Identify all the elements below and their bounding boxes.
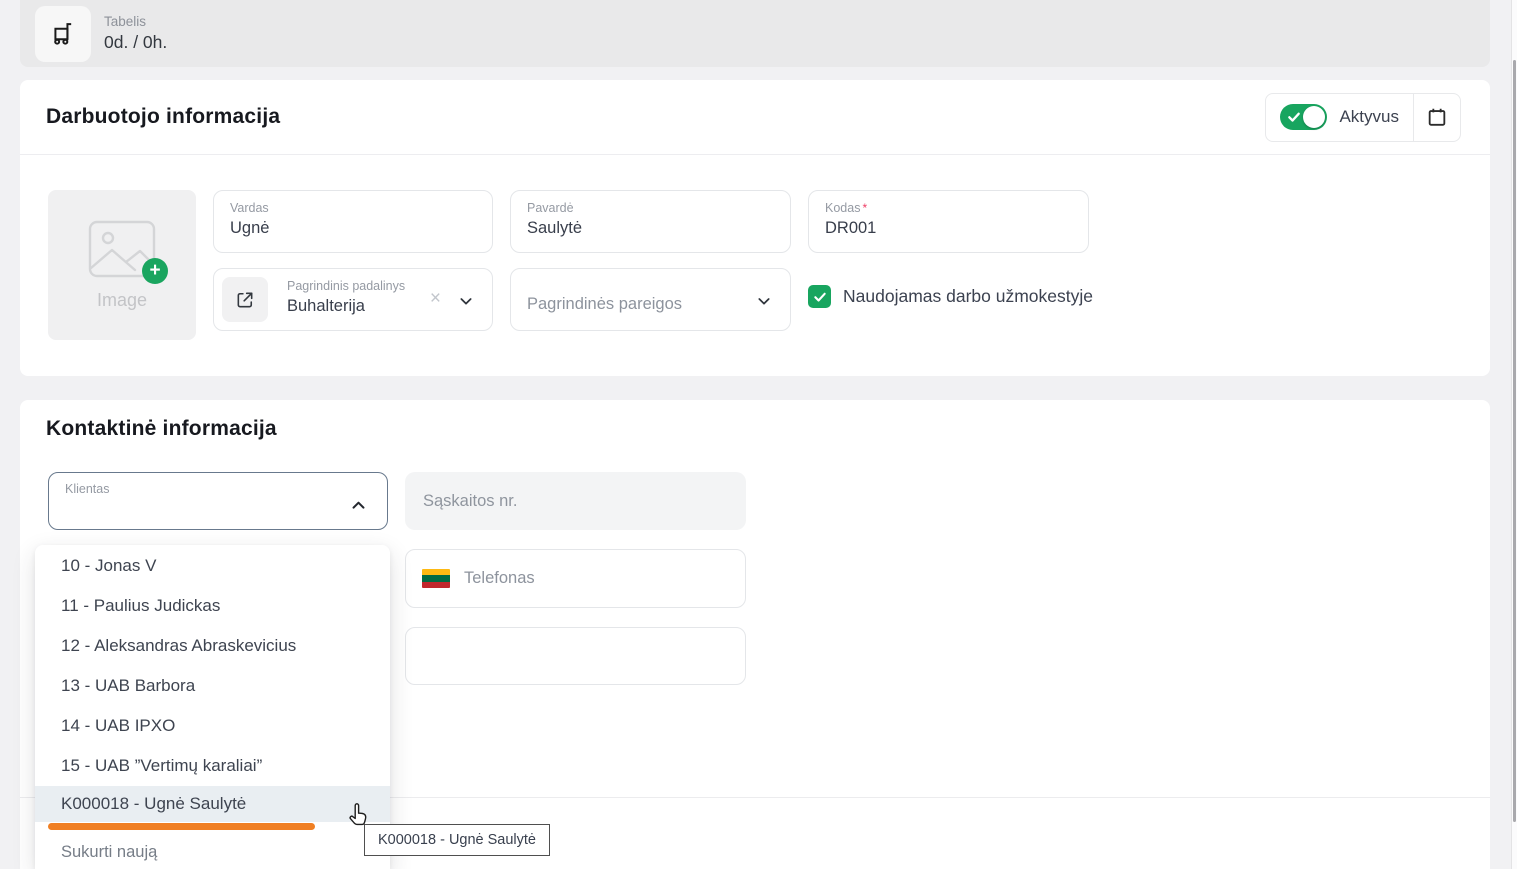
dropdown-option[interactable]: 14 - UAB IPXO — [35, 706, 390, 746]
clear-department-icon[interactable]: × — [430, 289, 441, 308]
code-label: Kodas — [825, 201, 860, 215]
add-photo-icon[interactable]: + — [142, 258, 168, 284]
phone-placeholder: Telefonas — [464, 569, 535, 588]
option-tooltip: K000018 - Ugnė Saulytė — [364, 824, 550, 856]
check-icon — [813, 290, 827, 304]
department-value: Buhalterija — [287, 297, 476, 316]
cart-icon — [49, 20, 77, 48]
dropdown-progress-bar — [48, 823, 315, 830]
last-name-label: Pavardė — [527, 201, 774, 215]
required-mark: * — [862, 201, 867, 215]
check-icon — [1287, 110, 1301, 124]
dropdown-option[interactable]: 15 - UAB ”Vertimų karaliai” — [35, 746, 390, 786]
dropdown-option[interactable]: 13 - UAB Barbora — [35, 666, 390, 706]
department-select[interactable]: Pagrindinis padalinys Buhalterija × — [213, 268, 493, 331]
client-select[interactable]: Klientas — [48, 472, 388, 530]
employee-photo-upload[interactable]: + Image — [48, 190, 196, 340]
toggle-knob — [1303, 106, 1325, 128]
payroll-checkbox[interactable] — [808, 285, 831, 308]
payroll-checkbox-row[interactable]: Naudojamas darbo užmokestyje — [808, 285, 1093, 308]
position-select[interactable]: Pagrindinės pareigos — [510, 268, 791, 331]
chevron-down-icon[interactable] — [756, 293, 772, 309]
dropdown-option[interactable]: 10 - Jonas V — [35, 546, 390, 586]
chevron-up-icon[interactable] — [350, 497, 367, 514]
account-number-placeholder: Sąskaitos nr. — [423, 492, 517, 511]
vertical-scrollbar[interactable] — [1511, 0, 1517, 869]
client-dropdown: 10 - Jonas V 11 - Paulius Judickas 12 - … — [35, 545, 390, 869]
tabelis-button[interactable] — [35, 6, 91, 62]
first-name-label: Vardas — [230, 201, 476, 215]
tabelis-value: 0d. / 0h. — [104, 32, 167, 53]
scrollbar-thumb[interactable] — [1513, 60, 1516, 822]
dropdown-option[interactable]: 12 - Aleksandras Abraskevicius — [35, 626, 390, 666]
phone-field[interactable]: Telefonas — [405, 549, 746, 608]
dropdown-option-hovered[interactable]: K000018 - Ugnė Saulytė — [35, 786, 390, 822]
code-field[interactable]: Kodas* DR001 — [808, 190, 1089, 253]
calendar-icon — [1426, 106, 1448, 128]
email-field[interactable] — [405, 627, 746, 685]
last-name-field[interactable]: Pavardė Saulytė — [510, 190, 791, 253]
position-placeholder: Pagrindinės pareigos — [527, 295, 682, 314]
image-caption: Image — [97, 290, 147, 311]
active-toggle-label: Aktyvus — [1339, 107, 1399, 127]
first-name-field[interactable]: Vardas Ugnė — [213, 190, 493, 253]
hand-cursor-icon — [345, 802, 371, 830]
employee-section-title: Darbuotojo informacija — [46, 105, 280, 129]
code-value: DR001 — [825, 219, 1072, 238]
last-name-value: Saulytė — [527, 219, 774, 238]
create-new-option[interactable]: Sukurti naują — [35, 843, 390, 862]
employee-info-card: Darbuotojo informacija Aktyvus — [20, 80, 1490, 376]
open-department-button[interactable] — [222, 277, 268, 322]
client-label: Klientas — [65, 482, 371, 496]
dropdown-option[interactable]: 11 - Paulius Judickas — [35, 586, 390, 626]
top-bar: Tabelis 0d. / 0h. — [20, 0, 1490, 67]
active-toggle[interactable]: Aktyvus — [1266, 94, 1413, 141]
first-name-value: Ugnė — [230, 219, 476, 238]
chevron-down-icon[interactable] — [458, 293, 474, 309]
account-number-field[interactable]: Sąskaitos nr. — [405, 472, 746, 530]
external-link-icon — [235, 290, 255, 310]
payroll-checkbox-label: Naudojamas darbo užmokestyje — [843, 286, 1093, 307]
lithuania-flag-icon — [422, 569, 450, 588]
calendar-button[interactable] — [1414, 94, 1460, 141]
tabelis-label: Tabelis — [104, 14, 167, 29]
contact-section-title: Kontaktinė informacija — [46, 417, 277, 441]
department-label: Pagrindinis padalinys — [287, 279, 476, 293]
employee-header-controls: Aktyvus — [1265, 93, 1461, 142]
